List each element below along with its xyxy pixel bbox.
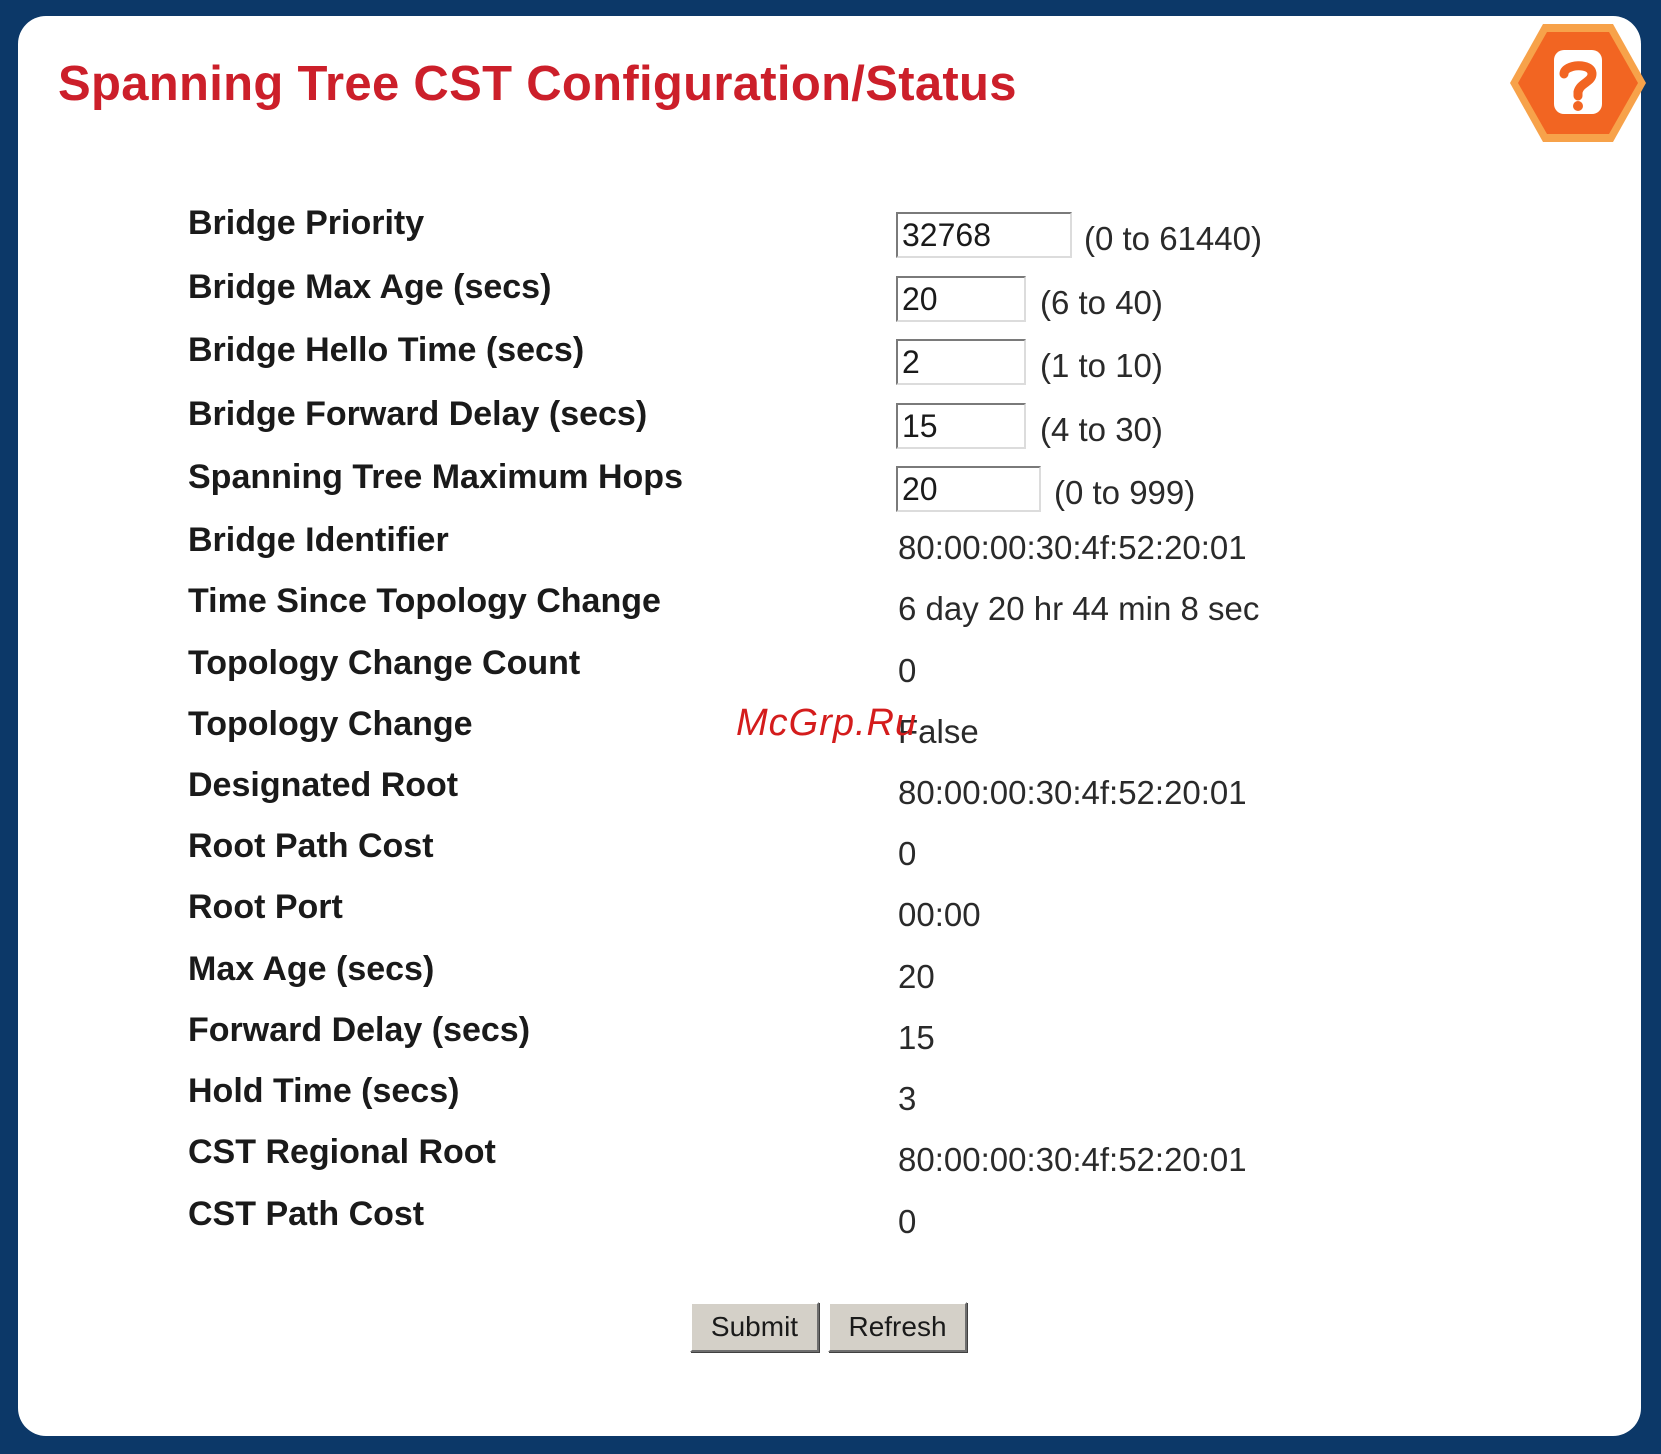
max-hops-row: Spanning Tree Maximum Hops (0 to 999) (18, 458, 1641, 514)
cst-path-cost-row: CST Path Cost 0 (18, 1195, 1641, 1251)
field-label: Time Since Topology Change (188, 582, 661, 620)
forward-delay-row: Forward Delay (secs) 15 (18, 1011, 1641, 1067)
field-label: Root Path Cost (188, 827, 434, 865)
bridge-hello-time-row: Bridge Hello Time (secs) (1 to 10) (18, 331, 1641, 387)
bridge-hello-time-input[interactable] (896, 339, 1026, 385)
field-value: 80:00:00:30:4f:52:20:01 (898, 1141, 1247, 1178)
field-value: 6 day 20 hr 44 min 8 sec (898, 590, 1260, 627)
field-label: Hold Time (secs) (188, 1072, 460, 1110)
max-age-row: Max Age (secs) 20 (18, 950, 1641, 1006)
help-icon (1510, 24, 1646, 142)
bridge-max-age-input[interactable] (896, 276, 1026, 322)
field-label: Topology Change (188, 705, 473, 743)
designated-root-row: Designated Root 80:00:00:30:4f:52:20:01 (18, 766, 1641, 822)
field-label: Designated Root (188, 766, 459, 804)
root-path-cost-row: Root Path Cost 0 (18, 827, 1641, 883)
field-label: Spanning Tree Maximum Hops (188, 458, 683, 496)
bridge-priority-row: Bridge Priority (0 to 61440) (18, 204, 1641, 260)
field-value: 20 (898, 958, 935, 995)
page-title: Spanning Tree CST Configuration/Status (58, 57, 1017, 111)
field-value: 0 (898, 652, 917, 689)
field-value: 15 (898, 1019, 935, 1056)
field-value: 00:00 (898, 896, 981, 933)
field-value: 3 (898, 1080, 917, 1117)
range-hint: (4 to 30) (1040, 411, 1163, 448)
bridge-max-age-row: Bridge Max Age (secs) (6 to 40) (18, 268, 1641, 324)
field-label: CST Regional Root (188, 1133, 496, 1171)
field-label: Topology Change Count (188, 644, 581, 682)
topology-change-count-row: Topology Change Count 0 (18, 644, 1641, 700)
submit-button[interactable]: Submit (690, 1302, 819, 1352)
bridge-forward-delay-input[interactable] (896, 403, 1026, 449)
field-value: 80:00:00:30:4f:52:20:01 (898, 529, 1247, 566)
field-label: Forward Delay (secs) (188, 1011, 531, 1049)
field-value: 0 (898, 1203, 917, 1240)
range-hint: (0 to 61440) (1084, 220, 1262, 257)
hold-time-row: Hold Time (secs) 3 (18, 1072, 1641, 1128)
bridge-priority-input[interactable] (896, 212, 1072, 258)
max-hops-input[interactable] (896, 466, 1041, 512)
bridge-identifier-row: Bridge Identifier 80:00:00:30:4f:52:20:0… (18, 521, 1641, 577)
field-label: Max Age (secs) (188, 950, 435, 988)
bridge-forward-delay-row: Bridge Forward Delay (secs) (4 to 30) (18, 395, 1641, 451)
cst-regional-root-row: CST Regional Root 80:00:00:30:4f:52:20:0… (18, 1133, 1641, 1189)
range-hint: (0 to 999) (1054, 474, 1196, 511)
field-label: CST Path Cost (188, 1195, 425, 1233)
field-value: 80:00:00:30:4f:52:20:01 (898, 774, 1247, 811)
field-label: Bridge Priority (188, 204, 425, 242)
field-label: Root Port (188, 888, 343, 926)
range-hint: (6 to 40) (1040, 284, 1163, 321)
refresh-button[interactable]: Refresh (828, 1302, 967, 1352)
field-label: Bridge Hello Time (secs) (188, 331, 585, 369)
field-label: Bridge Identifier (188, 521, 449, 559)
content-panel: Spanning Tree CST Configuration/Status B… (18, 16, 1646, 1436)
help-button[interactable] (1508, 20, 1648, 146)
time-since-topology-change-row: Time Since Topology Change 6 day 20 hr 4… (18, 582, 1641, 638)
field-label: Bridge Max Age (secs) (188, 268, 552, 306)
watermark: McGrp.Ru (736, 702, 918, 744)
range-hint: (1 to 10) (1040, 347, 1163, 384)
field-label: Bridge Forward Delay (secs) (188, 395, 648, 433)
root-port-row: Root Port 00:00 (18, 888, 1641, 944)
field-value: 0 (898, 835, 917, 872)
